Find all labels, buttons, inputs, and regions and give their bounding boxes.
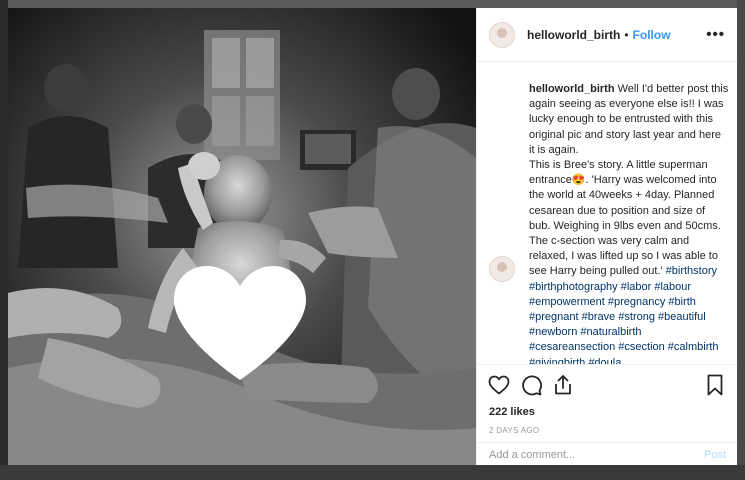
birth-photo-image bbox=[8, 8, 476, 465]
post-timestamp[interactable]: 2 DAYS AGO bbox=[489, 426, 539, 435]
bookmark-icon[interactable] bbox=[703, 373, 727, 397]
post-photo[interactable] bbox=[8, 8, 476, 465]
backdrop-right bbox=[737, 0, 745, 480]
caption-text: Well I'd better post this again seeing a… bbox=[529, 83, 729, 278]
post-comment-button[interactable]: Post bbox=[704, 449, 726, 461]
comment-box: Post bbox=[477, 442, 737, 465]
header-username[interactable]: helloworld_birth bbox=[527, 28, 620, 42]
post-actions: 222 likes 2 DAYS AGO Post bbox=[477, 364, 737, 465]
caption-username[interactable]: helloworld_birth bbox=[529, 83, 615, 95]
caption: helloworld_birth Well I'd better post th… bbox=[529, 82, 729, 364]
comment-bubble-icon[interactable] bbox=[519, 373, 543, 397]
separator-dot: • bbox=[624, 27, 629, 42]
avatar[interactable] bbox=[489, 21, 515, 48]
backdrop-bottom bbox=[0, 465, 745, 480]
backdrop-left bbox=[0, 0, 8, 480]
follow-button[interactable]: Follow bbox=[633, 28, 671, 42]
comment-input[interactable] bbox=[489, 448, 704, 461]
more-options-icon[interactable]: ••• bbox=[706, 26, 725, 43]
caption-hashtags[interactable]: #birthstory #birthphotography #labor #la… bbox=[529, 265, 719, 364]
comments-area[interactable]: helloworld_birth Well I'd better post th… bbox=[477, 70, 737, 364]
action-icons bbox=[487, 373, 727, 397]
likes-count[interactable]: 222 likes bbox=[489, 406, 535, 418]
heart-outline-icon[interactable] bbox=[487, 373, 511, 397]
post-modal: helloworld_birth • Follow ••• helloworld… bbox=[8, 8, 737, 465]
post-header: helloworld_birth • Follow ••• bbox=[477, 8, 737, 62]
post-sidebar: helloworld_birth • Follow ••• helloworld… bbox=[476, 8, 737, 465]
share-upload-icon[interactable] bbox=[551, 373, 575, 397]
caption-avatar[interactable] bbox=[489, 256, 515, 282]
